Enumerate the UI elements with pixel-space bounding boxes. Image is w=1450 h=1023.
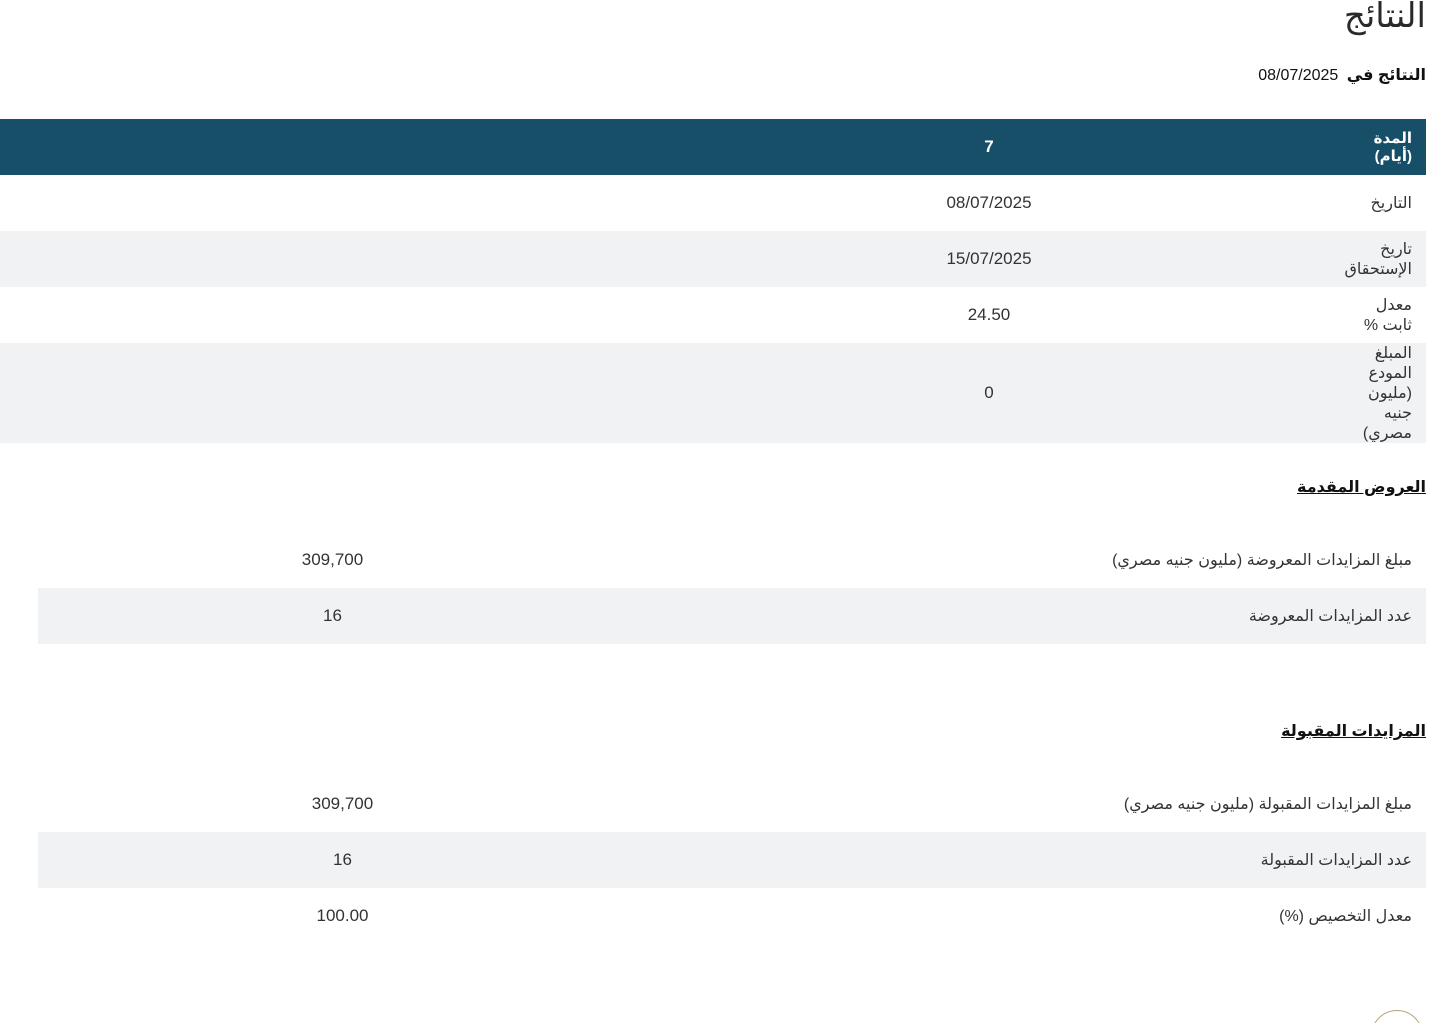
table-row: معدل التخصيص (%) 100.00 — [39, 888, 1427, 944]
offers-heading: العروض المقدمة — [1298, 479, 1427, 496]
offered-bids-amount-label: مبلغ المزايدات المعروضة (مليون جنيه مصري… — [1113, 552, 1413, 569]
duration-label: المدة (أيام) — [1331, 119, 1427, 175]
results-date-line: النتائج في 08/07/2025 — [1259, 64, 1427, 88]
accepted-bids-amount-label: مبلغ المزايدات المقبولة (مليون جنيه مصري… — [1124, 796, 1413, 813]
scroll-to-top-button[interactable] — [1372, 1010, 1424, 1023]
deposited-amount-label: المبلغ المودع (مليون جنيه مصري) — [1331, 343, 1427, 443]
offered-bids-count-label: عدد المزايدات المعروضة — [938, 588, 1427, 644]
offered-bids-amount-value: 309,700 — [302, 550, 365, 569]
table-row: عدد المزايدات المقبولة 16 — [39, 832, 1427, 888]
fixed-rate-value: 24.50 — [968, 305, 1012, 324]
accepted-table: مبلغ المزايدات المقبولة (مليون جنيه مصري… — [39, 776, 1427, 944]
results-date-value: 08/07/2025 — [1259, 67, 1340, 84]
table-row: مبلغ المزايدات المعروضة (مليون جنيه مصري… — [39, 532, 1427, 588]
duration-header-row: المدة (أيام) 7 — [0, 119, 1427, 175]
table-row: المبلغ المودع (مليون جنيه مصري) 0 — [0, 343, 1427, 443]
table-row: عدد المزايدات المعروضة 16 — [39, 588, 1427, 644]
table-row: معدل ثابت % 24.50 — [0, 287, 1427, 343]
accepted-bids-count-label: عدد المزايدات المقبولة — [959, 832, 1427, 888]
date-label: التاريخ — [1371, 195, 1413, 212]
page-title: النتائج — [1344, 0, 1427, 36]
maturity-date-value: 15/07/2025 — [947, 249, 1033, 268]
offered-bids-count-value: 16 — [324, 606, 343, 625]
deposited-amount-value: 0 — [985, 383, 995, 402]
summary-table: المدة (أيام) 7 التاريخ 08/07/2025 تاريخ … — [0, 119, 1427, 443]
maturity-date-label: تاريخ الإستحقاق — [1331, 231, 1427, 287]
allocation-rate-label: معدل التخصيص (%) — [1280, 908, 1413, 925]
offers-table: مبلغ المزايدات المعروضة (مليون جنيه مصري… — [39, 532, 1427, 644]
table-row: التاريخ 08/07/2025 — [0, 175, 1427, 231]
results-date-label: النتائج في — [1347, 67, 1427, 84]
accepted-bids-count-value: 16 — [334, 850, 353, 869]
table-row: تاريخ الإستحقاق 15/07/2025 — [0, 231, 1427, 287]
duration-value: 7 — [985, 137, 995, 156]
fixed-rate-label: معدل ثابت % — [1364, 297, 1413, 334]
results-page: النتائج النتائج في 08/07/2025 المدة (أيا… — [0, 0, 1450, 1023]
table-row: مبلغ المزايدات المقبولة (مليون جنيه مصري… — [39, 776, 1427, 832]
allocation-rate-value: 100.00 — [317, 906, 370, 925]
accepted-bids-amount-value: 309,700 — [312, 794, 375, 813]
accepted-heading: المزايدات المقبولة — [1282, 723, 1427, 740]
date-value: 08/07/2025 — [947, 193, 1033, 212]
